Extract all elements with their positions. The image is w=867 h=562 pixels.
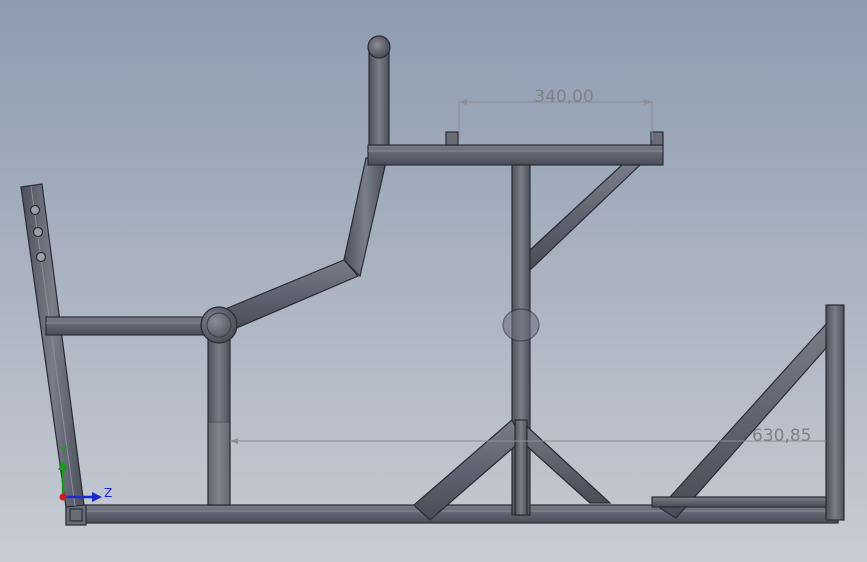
seat-node <box>200 306 238 344</box>
right-upright[interactable] <box>825 304 845 521</box>
mount-hole-3 <box>35 251 47 263</box>
upper-brace[interactable] <box>529 164 642 272</box>
middle-cross-bar[interactable] <box>45 316 215 336</box>
cad-viewport[interactable]: 340,00 630,85 Y Z <box>0 0 867 562</box>
bottom-rail-end[interactable] <box>65 504 87 526</box>
y-axis-label: Y <box>59 444 68 458</box>
top-platform[interactable] <box>367 144 664 166</box>
dimension-630-label[interactable]: 630,85 <box>752 426 811 446</box>
platform-tab-right <box>650 131 664 146</box>
right-lower-rail[interactable] <box>651 496 827 508</box>
x-axis-dot <box>59 493 67 501</box>
frame-tubes[interactable] <box>20 35 845 526</box>
mount-hole-2 <box>32 226 44 238</box>
seat-diagonal[interactable] <box>217 259 359 331</box>
backrest-post[interactable] <box>368 49 390 161</box>
dimension-340-label[interactable]: 340,00 <box>534 87 593 107</box>
backrest-post-cap <box>367 35 391 59</box>
bottom-rail[interactable] <box>65 504 839 524</box>
platform-tab-left <box>445 131 459 146</box>
frame-model[interactable]: 340,00 630,85 Y Z <box>0 0 867 562</box>
z-axis-label: Z <box>104 486 112 500</box>
mount-hole-1 <box>29 204 41 216</box>
right-leg-brace[interactable] <box>519 418 612 504</box>
dimension-340[interactable]: 340,00 <box>458 87 653 140</box>
center-column-node <box>502 308 540 342</box>
right-diagonal-brace[interactable] <box>659 321 843 519</box>
backrest-rail[interactable] <box>343 157 387 278</box>
